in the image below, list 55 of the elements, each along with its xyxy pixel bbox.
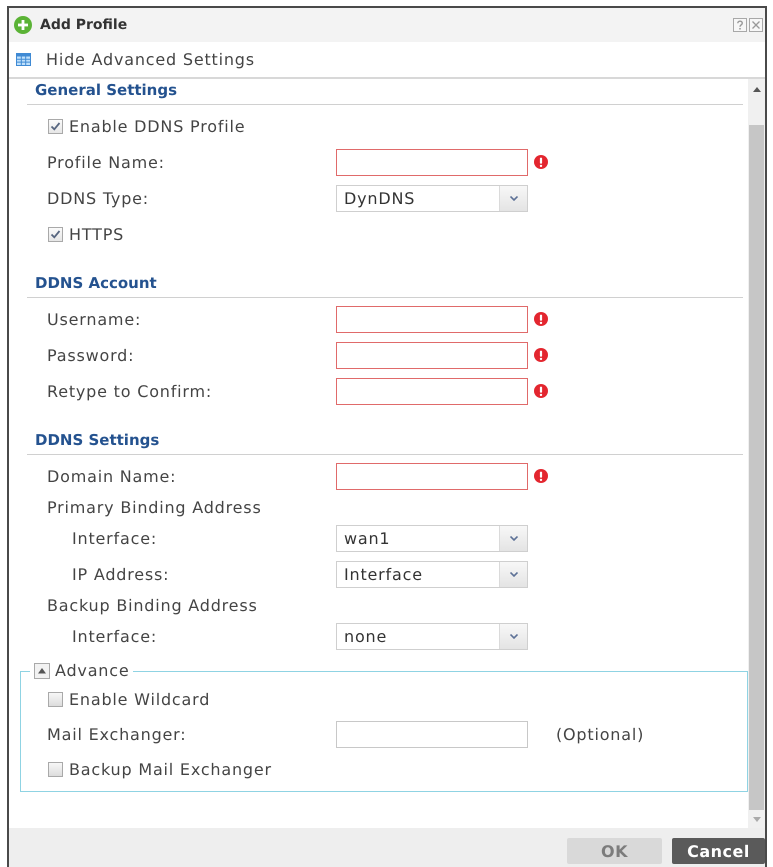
window-title: Add Profile bbox=[40, 17, 128, 33]
dropdown[interactable]: DynDNS bbox=[336, 184, 528, 212]
error-icon bbox=[534, 348, 548, 362]
checkbox-label: Backup Mail Exchanger bbox=[69, 760, 272, 779]
caret-icon bbox=[499, 624, 527, 648]
checkbox[interactable] bbox=[48, 226, 63, 242]
text-field[interactable] bbox=[336, 306, 528, 332]
text-field[interactable] bbox=[336, 721, 528, 748]
scroll-up-icon[interactable] bbox=[752, 86, 760, 92]
dropdown[interactable]: Interface bbox=[336, 560, 528, 588]
section-title: DDNS Settings bbox=[35, 431, 160, 449]
field-label: Username: bbox=[47, 310, 142, 328]
text-field[interactable] bbox=[336, 378, 528, 404]
text-field[interactable] bbox=[336, 148, 528, 176]
checkbox-label: Enable Wildcard bbox=[69, 690, 210, 709]
section-title: General Settings bbox=[35, 81, 178, 99]
field-label: IP Address: bbox=[72, 564, 170, 584]
checkbox-label: Enable DDNS Profile bbox=[69, 116, 246, 136]
hide-advanced-settings-link[interactable]: Hide Advanced Settings bbox=[16, 50, 255, 69]
error-icon bbox=[534, 312, 548, 326]
checkbox-label: HTTPS bbox=[69, 224, 124, 244]
add-icon bbox=[14, 16, 32, 34]
table-icon bbox=[16, 53, 31, 66]
caret-icon bbox=[499, 526, 527, 550]
collapse-icon[interactable] bbox=[34, 663, 50, 679]
text-field[interactable] bbox=[336, 342, 528, 368]
dropdown[interactable]: wan1 bbox=[336, 524, 528, 552]
group-heading: Backup Binding Address bbox=[47, 596, 258, 614]
group-heading: Primary Binding Address bbox=[47, 498, 262, 516]
dropdown[interactable]: none bbox=[336, 622, 528, 650]
checkbox[interactable] bbox=[48, 118, 63, 134]
panel-title: Advance bbox=[55, 662, 130, 680]
field-label: Retype to Confirm: bbox=[47, 382, 214, 400]
text-field[interactable] bbox=[336, 462, 528, 490]
scroll-down-icon[interactable] bbox=[752, 816, 760, 822]
dialog-button[interactable]: Cancel bbox=[672, 838, 765, 864]
field-label: Domain Name: bbox=[47, 466, 178, 486]
checkbox[interactable] bbox=[48, 762, 63, 777]
field-label: DDNS Type: bbox=[47, 188, 150, 208]
field-label: Interface: bbox=[72, 528, 158, 548]
checkbox[interactable] bbox=[48, 692, 63, 707]
close-icon[interactable] bbox=[749, 18, 763, 32]
error-icon bbox=[534, 469, 548, 483]
caret-icon bbox=[499, 562, 527, 586]
field-label: Interface: bbox=[72, 626, 158, 646]
error-icon bbox=[534, 384, 548, 398]
error-icon bbox=[534, 155, 548, 169]
field-label: Password: bbox=[47, 346, 136, 364]
help-icon[interactable] bbox=[733, 18, 747, 32]
hint-text: (Optional) bbox=[556, 725, 644, 744]
caret-icon bbox=[499, 186, 527, 210]
section-title: DDNS Account bbox=[35, 274, 157, 292]
scrollbar-thumb[interactable] bbox=[749, 125, 764, 810]
field-label: Mail Exchanger: bbox=[47, 725, 188, 744]
field-label: Profile Name: bbox=[47, 152, 166, 172]
